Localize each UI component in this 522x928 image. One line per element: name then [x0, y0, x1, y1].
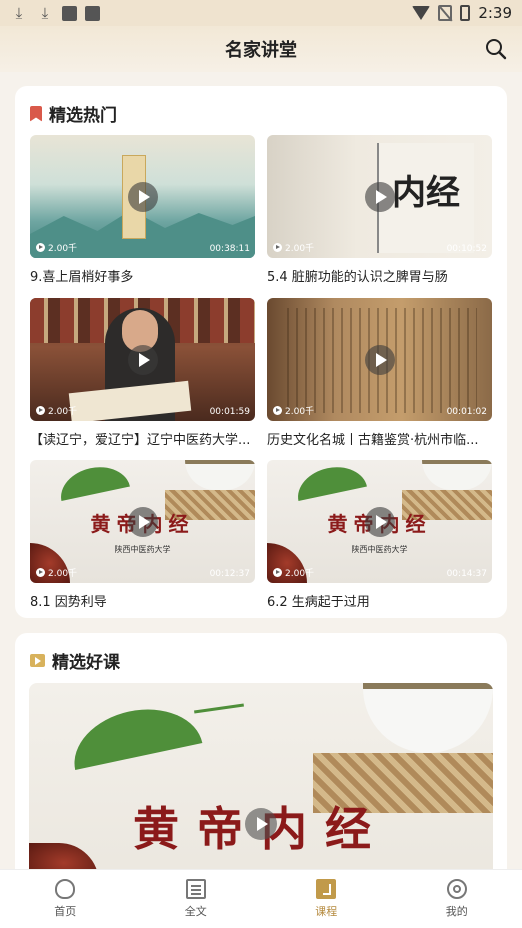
view-count: 2.00千 — [36, 566, 77, 579]
home-icon — [55, 879, 76, 899]
tab-home[interactable]: 首页 — [0, 870, 131, 928]
status-right-icons: 2:39 — [412, 4, 512, 22]
view-count-text: 2.00千 — [285, 244, 315, 254]
play-icon[interactable] — [127, 181, 158, 212]
course-icon — [316, 879, 337, 899]
view-count-text: 2.00千 — [48, 569, 78, 579]
notification-icon — [62, 5, 77, 21]
leaf-artwork — [65, 697, 203, 771]
tab-label: 全文 — [184, 905, 207, 918]
tab-label: 课程 — [315, 905, 338, 918]
video-card[interactable]: 2.00千 00:01:02 历史文化名城丨古籍鉴赏·杭州市临... — [267, 298, 492, 448]
leaf-artwork — [56, 461, 130, 501]
status-left-icons: ⤓ ⤓ — [10, 4, 100, 22]
bookmark-icon — [30, 105, 42, 122]
featured-courses-title: 精选好课 — [52, 653, 120, 673]
video-title[interactable]: 【读辽宁，爱辽宁】辽宁中医药大学... — [30, 429, 255, 448]
video-title[interactable]: 历史文化名城丨古籍鉴赏·杭州市临... — [267, 429, 492, 448]
bowl-artwork — [363, 683, 493, 753]
play-circle-icon — [273, 406, 282, 415]
play-icon[interactable] — [127, 506, 158, 537]
video-card[interactable]: 2.00千 00:38:11 9.喜上眉梢好事多 — [30, 135, 255, 285]
video-card[interactable]: 黄帝内经 陕西中医药大学 2.00千 00:14:37 6.2 生病起于过用 — [267, 460, 492, 610]
status-time: 2:39 — [478, 4, 512, 22]
play-icon[interactable] — [364, 344, 395, 375]
play-icon[interactable] — [127, 344, 158, 375]
play-circle-icon — [36, 406, 45, 415]
leaf-stem-artwork — [194, 703, 244, 714]
video-card[interactable]: 黄帝内经 陕西中医药大学 2.00千 00:12:37 8.1 因势利导 — [30, 460, 255, 610]
course-thumbnail[interactable]: 黄帝内经 — [29, 683, 493, 873]
video-duration: 00:10:52 — [446, 244, 487, 254]
featured-courses-header: 精选好课 — [30, 648, 120, 673]
bowl-artwork — [422, 460, 492, 490]
video-thumbnail[interactable]: 黄帝内经 陕西中医药大学 2.00千 00:12:37 — [30, 460, 255, 583]
no-sim-icon — [438, 5, 453, 21]
play-circle-icon — [36, 243, 45, 252]
featured-courses-section: 精选好课 黄帝内经 — [15, 633, 507, 873]
page-title: 名家讲堂 — [225, 40, 297, 61]
video-thumbnail[interactable]: 内经 2.00千 00:10:52 — [267, 135, 492, 258]
video-card[interactable]: 内经 2.00千 00:10:52 5.4 脏腑功能的认识之脾胃与肠 — [267, 135, 492, 285]
video-title[interactable]: 5.4 脏腑功能的认识之脾胃与肠 — [267, 266, 492, 285]
view-count-text: 2.00千 — [48, 244, 78, 254]
tab-fulltext[interactable]: 全文 — [131, 870, 262, 928]
leaf-artwork — [293, 461, 367, 501]
play-circle-icon — [273, 568, 282, 577]
video-thumbnail[interactable]: 黄帝内经 陕西中医药大学 2.00千 00:14:37 — [267, 460, 492, 583]
play-icon[interactable] — [245, 808, 277, 840]
bottom-tab-bar: 首页 全文 课程 我的 — [0, 869, 522, 928]
tab-label: 我的 — [445, 905, 468, 918]
featured-hot-header: 精选热门 — [30, 101, 117, 126]
video-thumbnail[interactable]: 2.00千 00:01:02 — [267, 298, 492, 421]
play-circle-icon — [36, 568, 45, 577]
notification-icon — [85, 5, 100, 21]
video-duration: 00:12:37 — [209, 569, 250, 579]
status-bar: ⤓ ⤓ 2:39 — [0, 0, 522, 26]
app-header: 名家讲堂 — [0, 26, 522, 72]
video-duration: 00:01:59 — [209, 407, 250, 417]
search-icon[interactable] — [484, 37, 508, 61]
wifi-icon — [412, 6, 431, 20]
tv-icon — [30, 654, 45, 667]
play-icon[interactable] — [364, 506, 395, 537]
view-count: 2.00千 — [36, 404, 77, 417]
text-icon — [185, 879, 206, 899]
tab-courses[interactable]: 课程 — [261, 870, 392, 928]
view-count: 2.00千 — [273, 566, 314, 579]
video-duration: 00:38:11 — [209, 244, 250, 254]
video-title[interactable]: 8.1 因势利导 — [30, 591, 255, 610]
video-duration: 00:01:02 — [446, 407, 487, 417]
video-title[interactable]: 9.喜上眉梢好事多 — [30, 266, 255, 285]
video-title[interactable]: 6.2 生病起于过用 — [267, 591, 492, 610]
play-circle-icon — [273, 243, 282, 252]
bowl-artwork — [185, 460, 255, 490]
view-count: 2.00千 — [273, 404, 314, 417]
view-count: 2.00千 — [36, 241, 77, 254]
featured-hot-title: 精选热门 — [49, 106, 117, 126]
view-count-text: 2.00千 — [285, 407, 315, 417]
play-icon[interactable] — [364, 181, 395, 212]
video-thumbnail[interactable]: 2.00千 00:38:11 — [30, 135, 255, 258]
download-icon: ⤓ — [41, 4, 49, 22]
download-icon: ⤓ — [15, 4, 23, 22]
view-count-text: 2.00千 — [285, 569, 315, 579]
book-calligraphy: 内经 — [392, 173, 460, 213]
view-count: 2.00千 — [273, 241, 314, 254]
view-count-text: 2.00千 — [48, 407, 78, 417]
video-card[interactable]: 2.00千 00:01:59 【读辽宁，爱辽宁】辽宁中医药大学... — [30, 298, 255, 448]
thumbnail-subtitle: 陕西中医药大学 — [114, 545, 171, 554]
video-thumbnail[interactable]: 2.00千 00:01:59 — [30, 298, 255, 421]
tab-mine[interactable]: 我的 — [392, 870, 522, 928]
mine-icon — [446, 879, 467, 899]
video-duration: 00:14:37 — [446, 569, 487, 579]
tab-label: 首页 — [54, 905, 77, 918]
battery-icon — [460, 5, 471, 21]
thumbnail-subtitle: 陕西中医药大学 — [351, 545, 408, 554]
featured-hot-section: 精选热门 2.00千 00:38:11 9.喜上眉梢好事多 内经 2.00千 0… — [15, 86, 507, 618]
